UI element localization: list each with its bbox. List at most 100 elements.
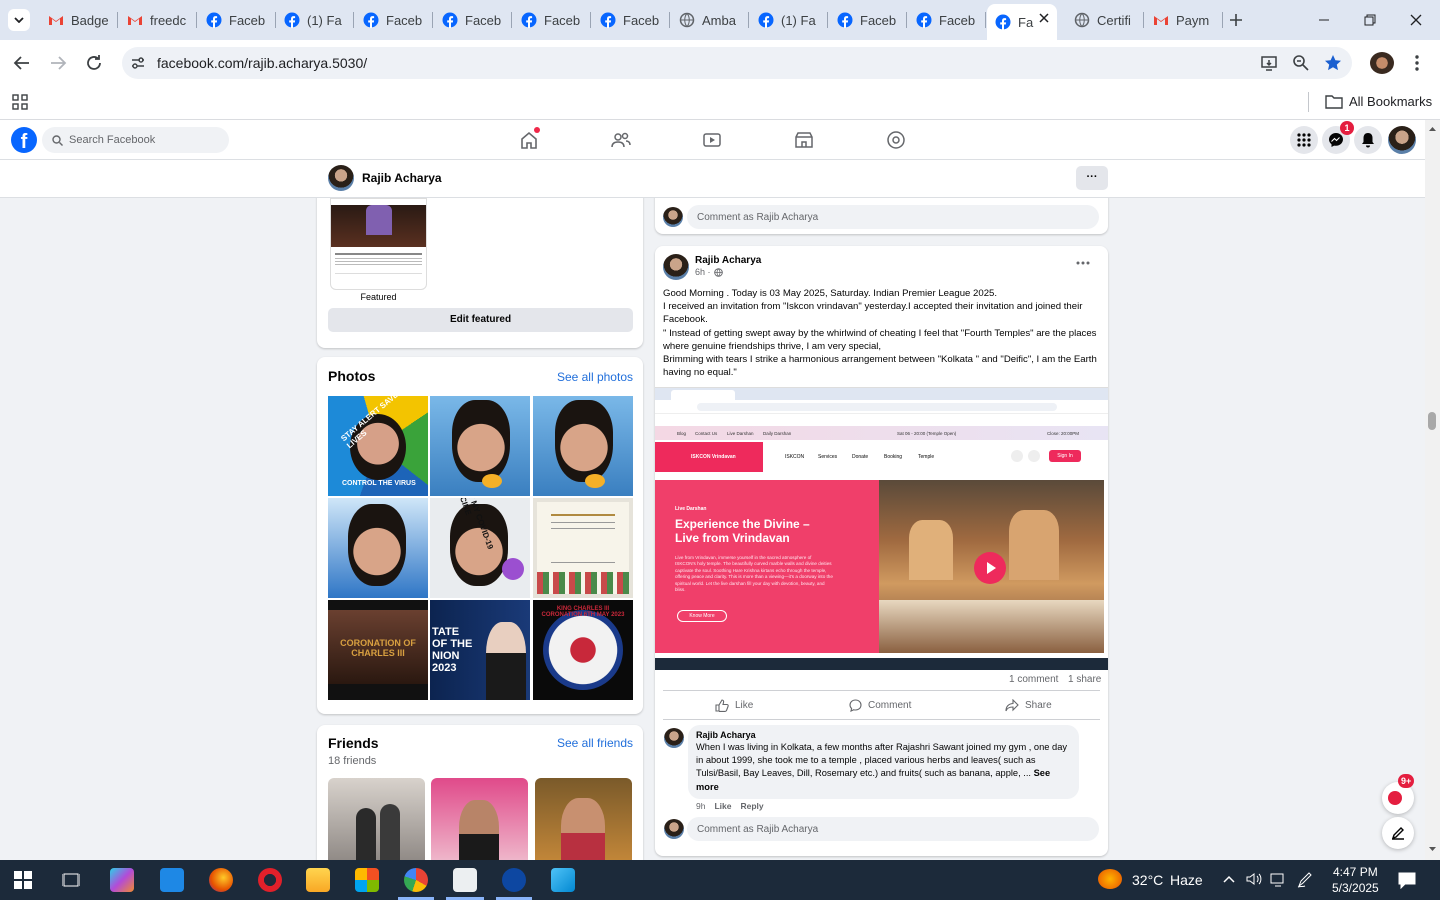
- photo-7[interactable]: CORONATION OF CHARLES III: [328, 600, 428, 700]
- tab-close-icon[interactable]: [1039, 13, 1049, 23]
- browser-tab[interactable]: (1) Fa: [750, 6, 828, 34]
- comment-author-avatar[interactable]: [664, 728, 684, 748]
- browser-tab[interactable]: Faceb: [355, 6, 433, 34]
- profile-avatar-small[interactable]: [328, 165, 354, 191]
- chrome-icon[interactable]: [404, 868, 428, 892]
- restore-button[interactable]: [1362, 12, 1378, 28]
- see-all-photos-link[interactable]: See all photos: [557, 370, 633, 384]
- photo-9[interactable]: KING CHARLES III CORONATION 6TH MAY 2023: [533, 600, 633, 700]
- app-blue-icon[interactable]: [160, 868, 184, 892]
- comment-reply[interactable]: Reply: [740, 801, 763, 811]
- photo-2[interactable]: [430, 396, 530, 496]
- photo-1[interactable]: STAY ALERT SAVE LIVES CONTROL THE VIRUS: [328, 396, 428, 496]
- notification-center-icon[interactable]: [1398, 871, 1416, 889]
- network-icon[interactable]: [1270, 872, 1288, 888]
- browser-tab[interactable]: freedc: [119, 6, 197, 34]
- app-tool-icon[interactable]: [502, 868, 526, 892]
- page-scrollbar[interactable]: [1425, 120, 1440, 860]
- share-count[interactable]: 1 share: [1068, 674, 1101, 685]
- all-bookmarks-button[interactable]: All Bookmarks: [1325, 93, 1432, 109]
- see-all-friends-link[interactable]: See all friends: [557, 736, 633, 750]
- post-time[interactable]: 6h ·: [695, 267, 711, 277]
- share-button[interactable]: Share: [1005, 699, 1052, 712]
- volume-icon[interactable]: [1245, 871, 1263, 887]
- firefox-icon[interactable]: [209, 868, 233, 892]
- close-window-button[interactable]: [1408, 12, 1424, 28]
- profile-avatar[interactable]: [1370, 52, 1394, 74]
- news-floating-button[interactable]: 9+: [1382, 774, 1415, 814]
- back-button[interactable]: [12, 53, 32, 73]
- address-bar[interactable]: facebook.com/rajib.acharya.5030/: [122, 47, 1352, 79]
- nav-home[interactable]: [519, 127, 540, 150]
- site-info-icon[interactable]: [130, 55, 146, 71]
- new-message-button[interactable]: [1382, 817, 1414, 849]
- weather-icon[interactable]: [1098, 869, 1122, 889]
- browser-tab[interactable]: Faceb: [908, 6, 986, 34]
- edit-featured-button[interactable]: Edit featured: [328, 308, 633, 332]
- comment-author[interactable]: Rajib Acharya: [696, 730, 1071, 740]
- featured-item[interactable]: [330, 198, 427, 290]
- browser-tab[interactable]: Amba: [671, 6, 749, 34]
- photo-3[interactable]: [533, 396, 633, 496]
- photo-6[interactable]: [533, 498, 633, 598]
- opera-icon[interactable]: [258, 868, 282, 892]
- file-explorer-icon[interactable]: [306, 868, 330, 892]
- reload-button[interactable]: [84, 53, 104, 73]
- search-input[interactable]: Search Facebook: [42, 127, 229, 153]
- apps-grid-icon[interactable]: [12, 94, 28, 110]
- like-button[interactable]: Like: [715, 699, 753, 712]
- nav-friends[interactable]: [611, 130, 631, 150]
- url-text[interactable]: facebook.com/rajib.acharya.5030/: [157, 55, 367, 71]
- menu-button[interactable]: [1411, 53, 1423, 73]
- browser-tab[interactable]: Paym: [1145, 6, 1223, 34]
- photo-8[interactable]: TATE OF THE NION 2023: [430, 600, 530, 700]
- start-button[interactable]: [14, 871, 32, 889]
- nav-marketplace[interactable]: [794, 130, 814, 150]
- browser-tab[interactable]: Fa: [987, 4, 1057, 40]
- friend-3[interactable]: [535, 778, 632, 860]
- post-author-avatar[interactable]: [663, 254, 689, 280]
- nav-gaming[interactable]: [886, 130, 906, 150]
- bookmark-star-icon[interactable]: [1323, 53, 1343, 73]
- browser-tab[interactable]: Faceb: [829, 6, 907, 34]
- browser-tab[interactable]: Faceb: [434, 6, 512, 34]
- scrollbar-thumb[interactable]: [1428, 412, 1436, 430]
- profile-name[interactable]: Rajib Acharya: [362, 171, 442, 185]
- copilot-icon[interactable]: [110, 868, 134, 892]
- new-tab-button[interactable]: [1226, 10, 1246, 30]
- comment-input-prev[interactable]: Comment as Rajib Acharya: [687, 205, 1099, 229]
- browser-tab[interactable]: Faceb: [513, 6, 591, 34]
- nav-video[interactable]: [702, 130, 722, 150]
- comment-time[interactable]: 9h: [696, 801, 705, 811]
- store-icon[interactable]: [355, 868, 379, 892]
- post-author[interactable]: Rajib Acharya: [695, 255, 761, 266]
- messenger-button[interactable]: 1: [1322, 121, 1354, 154]
- task-view-button[interactable]: [62, 871, 80, 889]
- photos-app-icon[interactable]: [551, 868, 575, 892]
- browser-tab[interactable]: Faceb: [198, 6, 276, 34]
- clock[interactable]: 4:47 PM 5/3/2025: [1332, 864, 1379, 896]
- photo-5[interactable]: I GOT MY COVID-19 VACCINE: [430, 498, 530, 598]
- browser-tab[interactable]: (1) Fa: [276, 6, 354, 34]
- post-image[interactable]: Blog Contact Us Live Darshan Daily Darsh…: [655, 387, 1108, 670]
- account-avatar[interactable]: [1388, 126, 1416, 154]
- zoom-icon[interactable]: [1292, 54, 1310, 72]
- profile-more-button[interactable]: ···: [1076, 166, 1108, 190]
- install-app-icon[interactable]: [1260, 54, 1278, 72]
- notifications-button[interactable]: [1354, 126, 1382, 154]
- forward-button[interactable]: [48, 53, 68, 73]
- post-options-button[interactable]: [1076, 260, 1090, 266]
- friend-1[interactable]: [328, 778, 425, 860]
- facebook-logo[interactable]: f: [11, 127, 37, 153]
- tab-search-button[interactable]: [8, 9, 30, 31]
- comment-button[interactable]: Comment: [849, 699, 911, 712]
- tray-chevron-icon[interactable]: [1222, 873, 1236, 885]
- photo-4[interactable]: [328, 498, 428, 598]
- browser-tab[interactable]: Certifi: [1066, 6, 1144, 34]
- browser-tab[interactable]: Badge: [40, 6, 118, 34]
- comment-like[interactable]: Like: [714, 801, 731, 811]
- notepad-icon[interactable]: [453, 868, 477, 892]
- minimize-button[interactable]: [1316, 12, 1332, 28]
- pen-icon[interactable]: [1296, 871, 1314, 889]
- weather-temp[interactable]: 32°C: [1132, 872, 1163, 888]
